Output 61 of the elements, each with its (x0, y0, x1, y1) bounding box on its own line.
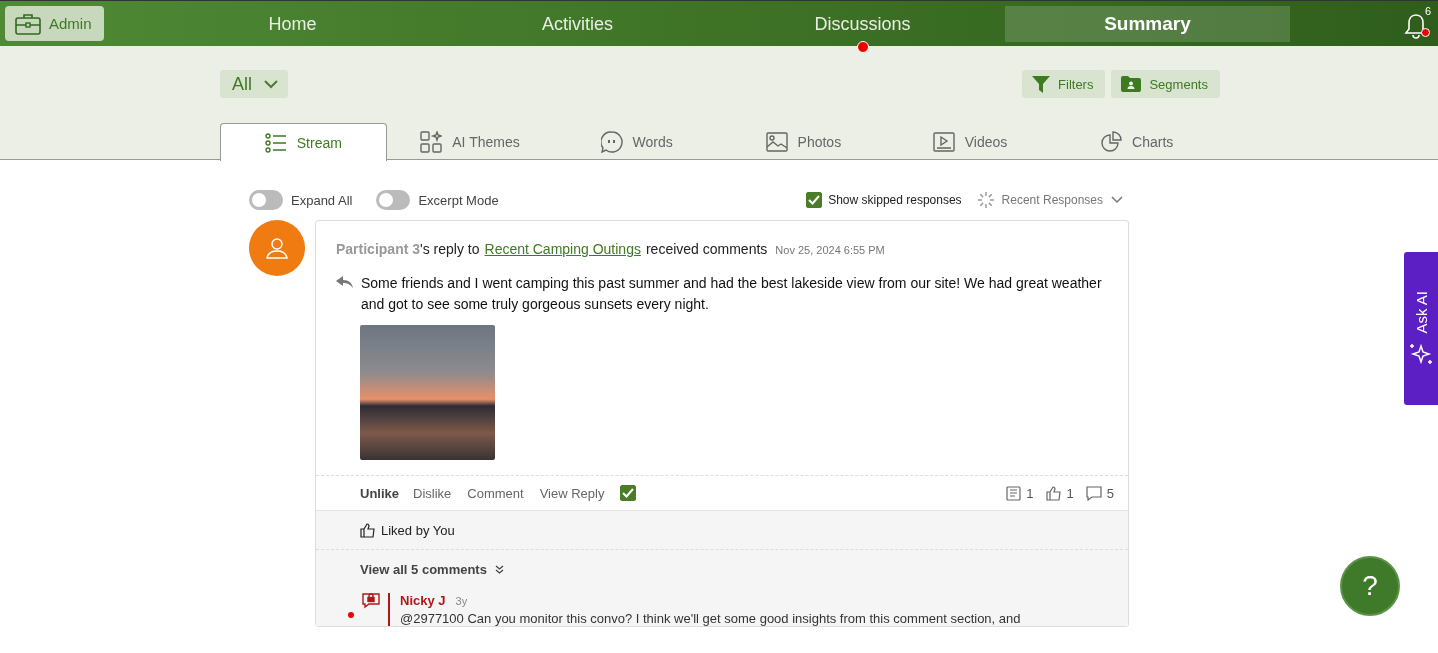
person-icon (265, 236, 289, 260)
segments-button[interactable]: Segments (1111, 70, 1220, 98)
post-date: Nov 25, 2024 6:55 PM (775, 244, 885, 256)
list-icon (264, 132, 287, 153)
filters-button[interactable]: Filters (1022, 70, 1106, 98)
view-tab[interactable]: Words (553, 123, 720, 160)
action-link[interactable]: Dislike (413, 485, 452, 501)
nav-tab[interactable]: Home (150, 6, 435, 42)
stat-count: 1 (1006, 485, 1034, 501)
filter-dropdown[interactable]: All (220, 70, 288, 98)
participant-name: Participant 3 (336, 241, 421, 257)
quote-bubble-icon (600, 131, 623, 153)
topic-link[interactable]: Recent Camping Outings (484, 241, 641, 257)
briefcase-icon (15, 12, 41, 35)
action-link[interactable]: Unlike (360, 485, 399, 501)
admin-button[interactable]: Admin (5, 6, 104, 41)
help-button[interactable]: ? (1340, 556, 1400, 616)
nav-tab[interactable]: Summary (1005, 6, 1290, 42)
action-link[interactable]: View Reply (539, 485, 605, 501)
double-chevron-icon (494, 565, 504, 574)
grid-sparkle-icon (420, 131, 443, 153)
toggle-switch[interactable]: Expand All (249, 190, 353, 210)
view-tab[interactable]: AI Themes (386, 123, 554, 160)
stat-count: 5 (1085, 485, 1114, 501)
locked-chat-icon (362, 593, 380, 609)
video-icon (932, 132, 955, 152)
reply-text: 's reply to (420, 241, 480, 257)
note-icon (1006, 485, 1022, 501)
nav-tab[interactable]: Activities (435, 6, 720, 42)
speech-bubble-icon (1085, 485, 1102, 501)
notification-count: 6 (1424, 4, 1431, 17)
reply-arrow-icon (336, 276, 353, 288)
reviewed-checkbox[interactable] (620, 485, 637, 501)
liked-by-text: Liked by You (381, 522, 455, 538)
funnel-icon (1032, 75, 1051, 93)
spinner-icon (977, 192, 994, 208)
sort-dropdown[interactable]: Recent Responses (971, 191, 1129, 209)
action-link[interactable]: Comment (467, 485, 524, 501)
chevron-down-icon (264, 79, 278, 89)
ask-ai-button[interactable]: Ask AI (1404, 252, 1438, 405)
view-tab[interactable]: Charts (1053, 123, 1221, 160)
view-tab[interactable]: Videos (886, 123, 1054, 160)
post-text: Some friends and I went camping this past summer and had the best lakeside view from our site! We had great weather and got to see some truly gorgeous sunsets every night. (361, 274, 1103, 314)
folder-person-icon (1121, 76, 1142, 92)
show-skipped-checkbox[interactable]: Show skipped responses (806, 192, 962, 208)
thumbs-up-icon (1045, 485, 1062, 501)
view-tab[interactable]: Photos (720, 123, 887, 160)
view-tab[interactable]: Stream (220, 123, 387, 161)
view-all-comments-link[interactable]: View all 5 comments (360, 562, 504, 577)
chevron-down-icon (1111, 196, 1123, 204)
stat-count: 1 (1045, 485, 1074, 501)
image-icon (765, 132, 788, 152)
reply-text: received comments (645, 241, 768, 257)
thumbs-up-icon (360, 522, 376, 538)
nav-tab[interactable]: Discussions (720, 6, 1005, 42)
comment-age: 3y (455, 595, 468, 607)
toggle-switch[interactable]: Excerpt Mode (376, 190, 499, 210)
comment-author: Nicky J (400, 593, 446, 608)
comment-text: @2977100 Can you monitor this convo? I think we'll get some good insights from this comment section, and (400, 611, 1021, 626)
sparkle-icon (1409, 341, 1433, 366)
pie-chart-icon (1100, 131, 1123, 153)
